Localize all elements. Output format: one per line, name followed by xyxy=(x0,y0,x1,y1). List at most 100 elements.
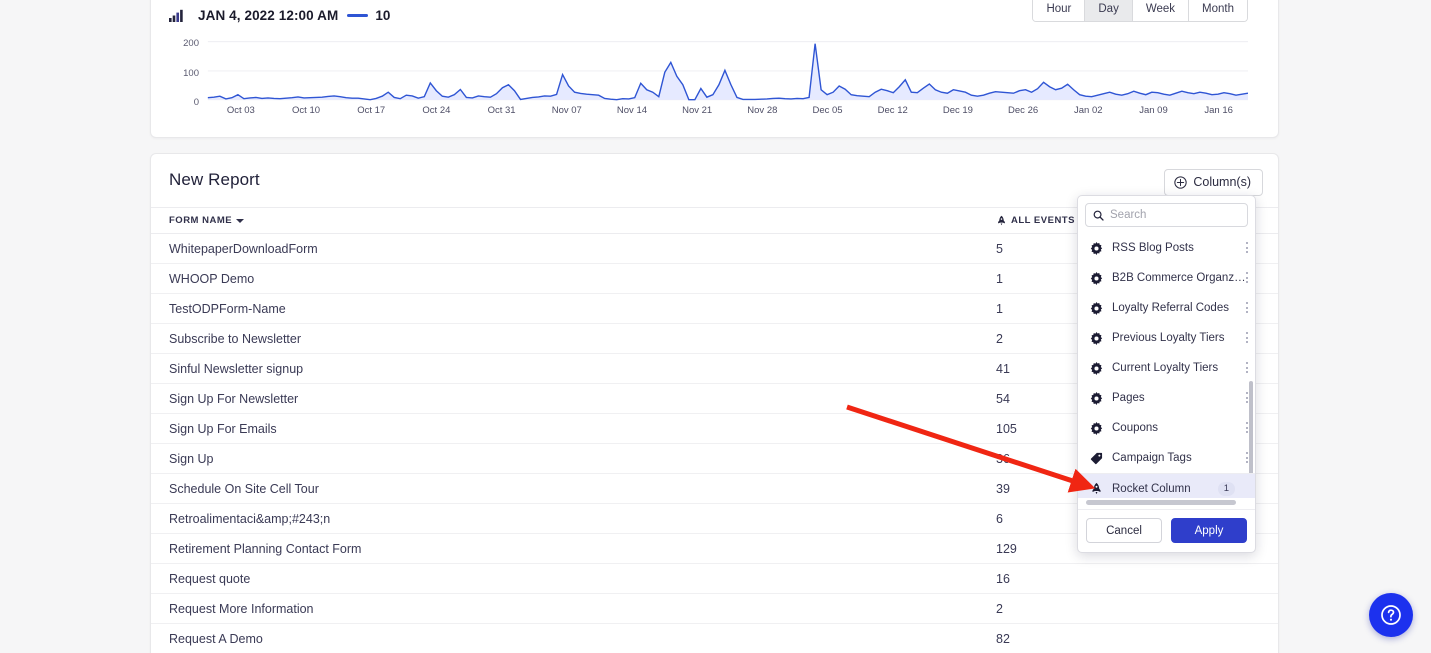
column-option-menu-icon[interactable] xyxy=(1246,242,1249,255)
column-option-rocket-column[interactable]: Rocket Column1 xyxy=(1078,473,1255,498)
columns-dropdown-panel: RSS Blog Posts B2B Commerce Organziat... L… xyxy=(1077,195,1256,553)
granularity-option-hour[interactable]: Hour xyxy=(1033,0,1085,21)
cell-all-events: 6 xyxy=(996,512,1003,526)
x-axis-tick-label: Oct 10 xyxy=(292,105,320,116)
column-option-menu-icon[interactable] xyxy=(1246,452,1249,465)
x-axis-tick-label: Jan 16 xyxy=(1204,105,1233,116)
column-option-current-loyalty-tiers[interactable]: Current Loyalty Tiers xyxy=(1078,353,1255,383)
column-option-pages[interactable]: Pages xyxy=(1078,383,1255,413)
caret-down-icon xyxy=(236,219,244,223)
table-row[interactable]: Request A Demo82 xyxy=(151,624,1278,653)
search-icon xyxy=(1093,210,1104,221)
y-axis-tick-100: 100 xyxy=(169,68,199,79)
column-options-list[interactable]: RSS Blog Posts B2B Commerce Organziat... L… xyxy=(1078,233,1255,498)
column-option-label: Rocket Column xyxy=(1112,483,1209,495)
column-search-wrap xyxy=(1078,196,1255,233)
help-button[interactable] xyxy=(1369,593,1413,637)
columns-button[interactable]: Column(s) xyxy=(1164,169,1263,196)
x-axis-tick-label: Nov 28 xyxy=(747,105,777,116)
cell-form-name: WHOOP Demo xyxy=(169,272,254,286)
cell-all-events: 1 xyxy=(996,302,1003,316)
gear-icon xyxy=(1090,302,1103,315)
cell-all-events: 16 xyxy=(996,572,1010,586)
cell-form-name: Schedule On Site Cell Tour xyxy=(169,482,319,496)
column-header-all-events[interactable]: ALL EVENTS xyxy=(996,215,1086,226)
rocket-icon xyxy=(996,215,1007,226)
column-option-coupons[interactable]: Coupons xyxy=(1078,413,1255,443)
x-axis-tick-label: Nov 21 xyxy=(682,105,712,116)
column-option-menu-icon[interactable] xyxy=(1246,422,1249,435)
cell-all-events: 36 xyxy=(996,452,1010,466)
rocket-icon xyxy=(1090,482,1103,495)
x-axis-tick-label: Nov 14 xyxy=(617,105,647,116)
analytics-chart-card: JAN 4, 2022 12:00 AM 10 Hour Day Week Mo… xyxy=(150,0,1279,138)
column-header-form-name[interactable]: FORM NAME xyxy=(169,215,244,226)
question-mark-icon xyxy=(1379,603,1403,627)
column-option-menu-icon[interactable] xyxy=(1246,272,1249,285)
y-axis-tick-200: 200 xyxy=(169,38,199,49)
gear-icon xyxy=(1090,242,1103,255)
column-option-campaign-tags[interactable]: Campaign Tags xyxy=(1078,443,1255,473)
column-option-label: Previous Loyalty Tiers xyxy=(1112,332,1247,344)
horizontal-scroll-thumb[interactable] xyxy=(1086,500,1236,505)
cell-all-events: 39 xyxy=(996,482,1010,496)
column-option-label: RSS Blog Posts xyxy=(1112,242,1247,254)
x-axis-tick-label: Nov 07 xyxy=(552,105,582,116)
column-option-b2b-commerce-organziat[interactable]: B2B Commerce Organziat... xyxy=(1078,263,1255,293)
x-axis-tick-label: Dec 26 xyxy=(1008,105,1038,116)
column-option-label: Campaign Tags xyxy=(1112,452,1247,464)
y-axis-tick-0: 0 xyxy=(169,97,199,108)
column-option-menu-icon[interactable] xyxy=(1246,392,1249,405)
column-option-label: Coupons xyxy=(1112,422,1247,434)
gear-icon xyxy=(1090,272,1103,285)
cell-all-events: 1 xyxy=(996,272,1003,286)
cell-form-name: TestODPForm-Name xyxy=(169,302,286,316)
apply-button[interactable]: Apply xyxy=(1171,518,1247,543)
granularity-option-day[interactable]: Day xyxy=(1085,0,1132,21)
page-title: New Report xyxy=(169,170,260,190)
bar-chart-icon xyxy=(169,8,186,22)
cell-form-name: WhitepaperDownloadForm xyxy=(169,242,318,256)
tag-icon xyxy=(1090,452,1103,465)
column-option-label: B2B Commerce Organziat... xyxy=(1112,272,1247,284)
column-option-menu-icon[interactable] xyxy=(1246,362,1249,375)
column-search-input[interactable] xyxy=(1110,209,1240,221)
cell-form-name: Sign Up For Emails xyxy=(169,422,277,436)
table-row[interactable]: Request More Information 2 xyxy=(151,594,1278,624)
cell-all-events: 2 xyxy=(996,332,1003,346)
gear-icon xyxy=(1090,422,1103,435)
table-row[interactable]: Request quote16 xyxy=(151,564,1278,594)
granularity-option-month[interactable]: Month xyxy=(1189,0,1247,21)
column-list-horizontal-scrollbar[interactable] xyxy=(1078,498,1255,509)
x-axis-tick-label: Oct 17 xyxy=(357,105,385,116)
column-option-previous-loyalty-tiers[interactable]: Previous Loyalty Tiers xyxy=(1078,323,1255,353)
chart-plot-area: 200 100 0 Oct 03Oct 10Oct 17Oct 24Oct 31… xyxy=(169,29,1248,125)
x-axis-tick-label: Dec 05 xyxy=(812,105,842,116)
granularity-option-week[interactable]: Week xyxy=(1133,0,1189,21)
app-page: JAN 4, 2022 12:00 AM 10 Hour Day Week Mo… xyxy=(0,0,1431,653)
cell-form-name: Sign Up For Newsletter xyxy=(169,392,298,406)
x-axis-tick-label: Oct 31 xyxy=(488,105,516,116)
chart-header: JAN 4, 2022 12:00 AM 10 Hour Day Week Mo… xyxy=(151,0,1278,25)
column-option-loyalty-referral-codes[interactable]: Loyalty Referral Codes xyxy=(1078,293,1255,323)
cell-all-events: 105 xyxy=(996,422,1017,436)
cell-form-name: Request More Information xyxy=(169,602,314,616)
cancel-button[interactable]: Cancel xyxy=(1086,518,1162,543)
cell-all-events: 82 xyxy=(996,632,1010,646)
column-option-rss-blog-posts[interactable]: RSS Blog Posts xyxy=(1078,233,1255,263)
legend-line-swatch xyxy=(347,14,368,17)
x-axis-tick-label: Dec 12 xyxy=(878,105,908,116)
column-search-box[interactable] xyxy=(1085,203,1248,227)
column-panel-footer: Cancel Apply xyxy=(1078,509,1255,552)
plus-circle-icon xyxy=(1174,176,1187,189)
x-axis-tick-label: Jan 09 xyxy=(1139,105,1168,116)
x-axis-tick-label: Jan 02 xyxy=(1074,105,1103,116)
gear-icon xyxy=(1090,362,1103,375)
gear-icon xyxy=(1090,332,1103,345)
granularity-toggle-group[interactable]: Hour Day Week Month xyxy=(1032,0,1248,22)
column-option-menu-icon[interactable] xyxy=(1246,332,1249,345)
cell-all-events: 2 xyxy=(996,602,1003,616)
column-option-menu-icon[interactable] xyxy=(1246,302,1249,315)
cell-all-events: 5 xyxy=(996,242,1003,256)
column-header-all-events-label: ALL EVENTS xyxy=(1011,215,1075,226)
